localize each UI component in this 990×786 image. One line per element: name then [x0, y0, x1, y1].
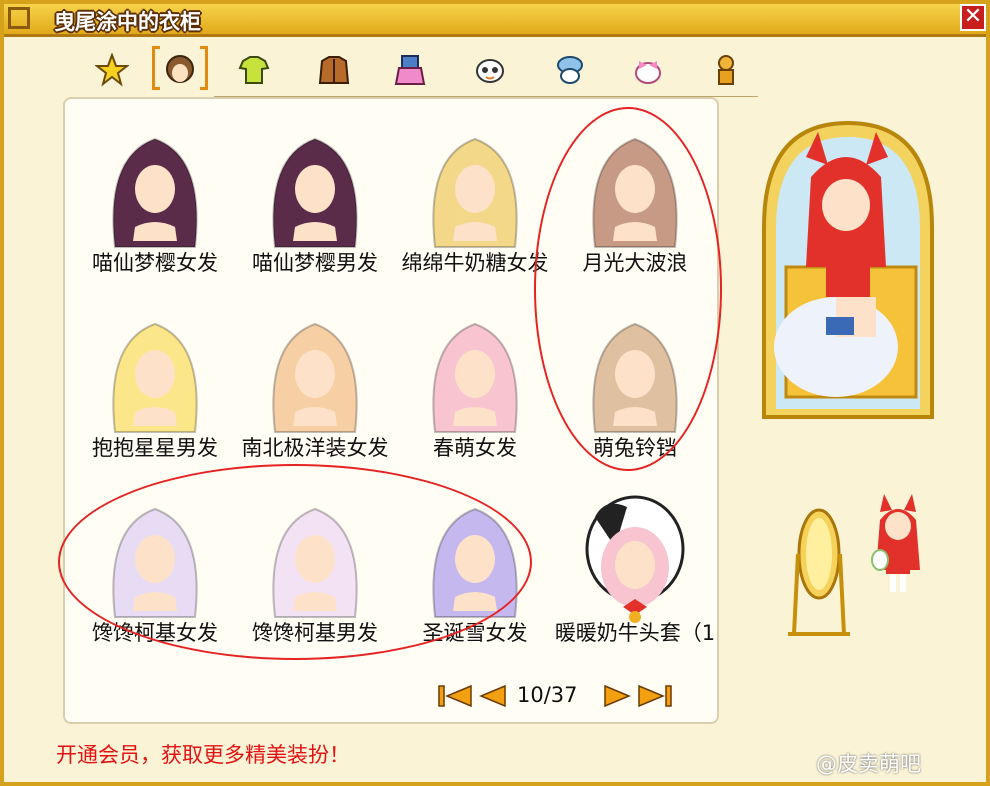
item-label: 萌兔铃铛 — [593, 436, 677, 460]
hair-preview-image — [112, 137, 198, 248]
tab-accessories[interactable] — [628, 50, 668, 90]
hair-preview-image — [592, 322, 678, 433]
wardrobe-item[interactable]: 圣诞雪女发 — [395, 479, 555, 659]
item-label: 春萌女发 — [433, 436, 517, 460]
accessory-icon — [635, 61, 661, 84]
item-label: 南北极洋装女发 — [241, 436, 389, 460]
wardrobe-item[interactable]: 暖暖奶牛头套（1 — [555, 479, 715, 659]
wardrobe-item[interactable]: 绵绵牛奶糖女发 — [395, 109, 555, 289]
wardrobe-item[interactable]: 南北极洋装女发 — [235, 294, 395, 474]
hair-preview-image — [432, 322, 518, 433]
hair-icon — [166, 55, 194, 83]
character-sprite — [871, 494, 920, 592]
item-label: 暖暖奶牛头套（1 — [554, 621, 716, 645]
hair-preview-image — [272, 137, 358, 248]
tab-face[interactable] — [470, 50, 510, 90]
shirt-icon — [238, 56, 270, 84]
character-preview — [762, 120, 934, 419]
tab-dolls[interactable] — [706, 50, 746, 90]
hair-preview-image — [112, 322, 198, 433]
wardrobe-item[interactable]: 月光大波浪 — [555, 109, 715, 289]
hair-preview-image — [272, 322, 358, 433]
category-tabs — [88, 44, 758, 96]
tab-tops[interactable] — [234, 50, 274, 90]
item-label: 喵仙梦樱男发 — [252, 251, 378, 275]
item-label: 绵绵牛奶糖女发 — [401, 251, 549, 275]
face-icon — [476, 59, 504, 83]
vip-promo-link[interactable]: 开通会员，获取更多精美装扮！ — [56, 739, 350, 769]
tab-favorites[interactable] — [92, 50, 132, 90]
pagination: 10/37 — [437, 681, 687, 711]
star-icon — [95, 53, 129, 87]
tab-coats[interactable] — [314, 50, 354, 90]
hair-preview-image — [585, 495, 685, 623]
wardrobe-item[interactable]: 春萌女发 — [395, 294, 555, 474]
doll-icon — [718, 55, 734, 85]
watermark-text: @皮卖萌吧 — [816, 752, 921, 776]
title-bar: 曳尾涂中的衣柜 ✕ — [4, 4, 986, 37]
wardrobe-item[interactable]: 馋馋柯基男发 — [235, 479, 395, 659]
hair-preview-image — [112, 507, 198, 618]
wardrobe-item[interactable]: 抱抱星星男发 — [75, 294, 235, 474]
tab-hair[interactable] — [152, 46, 208, 90]
item-grid-panel: 喵仙梦樱女发 喵仙梦樱男发 绵绵牛奶糖女发 月光大波浪抱抱星星男发 南北极洋装女发 春萌女… — [63, 97, 719, 724]
tab-hats[interactable] — [550, 50, 590, 90]
item-label: 喵仙梦樱女发 — [92, 251, 218, 275]
item-label: 馋馋柯基男发 — [252, 621, 378, 645]
mirror-icon[interactable] — [784, 504, 854, 644]
wardrobe-item[interactable]: 喵仙梦樱男发 — [235, 109, 395, 289]
hair-preview-image — [592, 137, 678, 248]
first-page-icon[interactable] — [437, 683, 473, 709]
coat-icon — [318, 56, 350, 84]
item-label: 馋馋柯基女发 — [92, 621, 218, 645]
wardrobe-item[interactable]: 萌兔铃铛 — [555, 294, 715, 474]
next-page-icon[interactable] — [603, 683, 633, 709]
last-page-icon[interactable] — [637, 683, 673, 709]
pants-icon — [394, 55, 426, 85]
hat-icon — [557, 56, 583, 84]
wardrobe-item[interactable]: 馋馋柯基女发 — [75, 479, 235, 659]
wardrobe-window: 曳尾涂中的衣柜 ✕ 喵仙梦樱女发 喵仙梦樱男发 绵绵牛奶糖女发 月光大波浪 抱抱… — [0, 0, 990, 786]
tab-bottoms[interactable] — [390, 50, 430, 90]
hair-preview-image — [272, 507, 358, 618]
hair-preview-image — [432, 137, 518, 248]
close-button[interactable]: ✕ — [960, 4, 986, 31]
item-label: 月光大波浪 — [582, 251, 688, 275]
item-label: 圣诞雪女发 — [422, 621, 528, 645]
page-indicator: 10/37 — [517, 683, 578, 707]
wardrobe-item[interactable]: 喵仙梦樱女发 — [75, 109, 235, 289]
hair-preview-image — [432, 507, 518, 618]
corner-ornament — [8, 7, 30, 29]
prev-page-icon[interactable] — [477, 683, 507, 709]
item-label: 抱抱星星男发 — [92, 436, 218, 460]
window-title: 曳尾涂中的衣柜 — [54, 10, 201, 34]
